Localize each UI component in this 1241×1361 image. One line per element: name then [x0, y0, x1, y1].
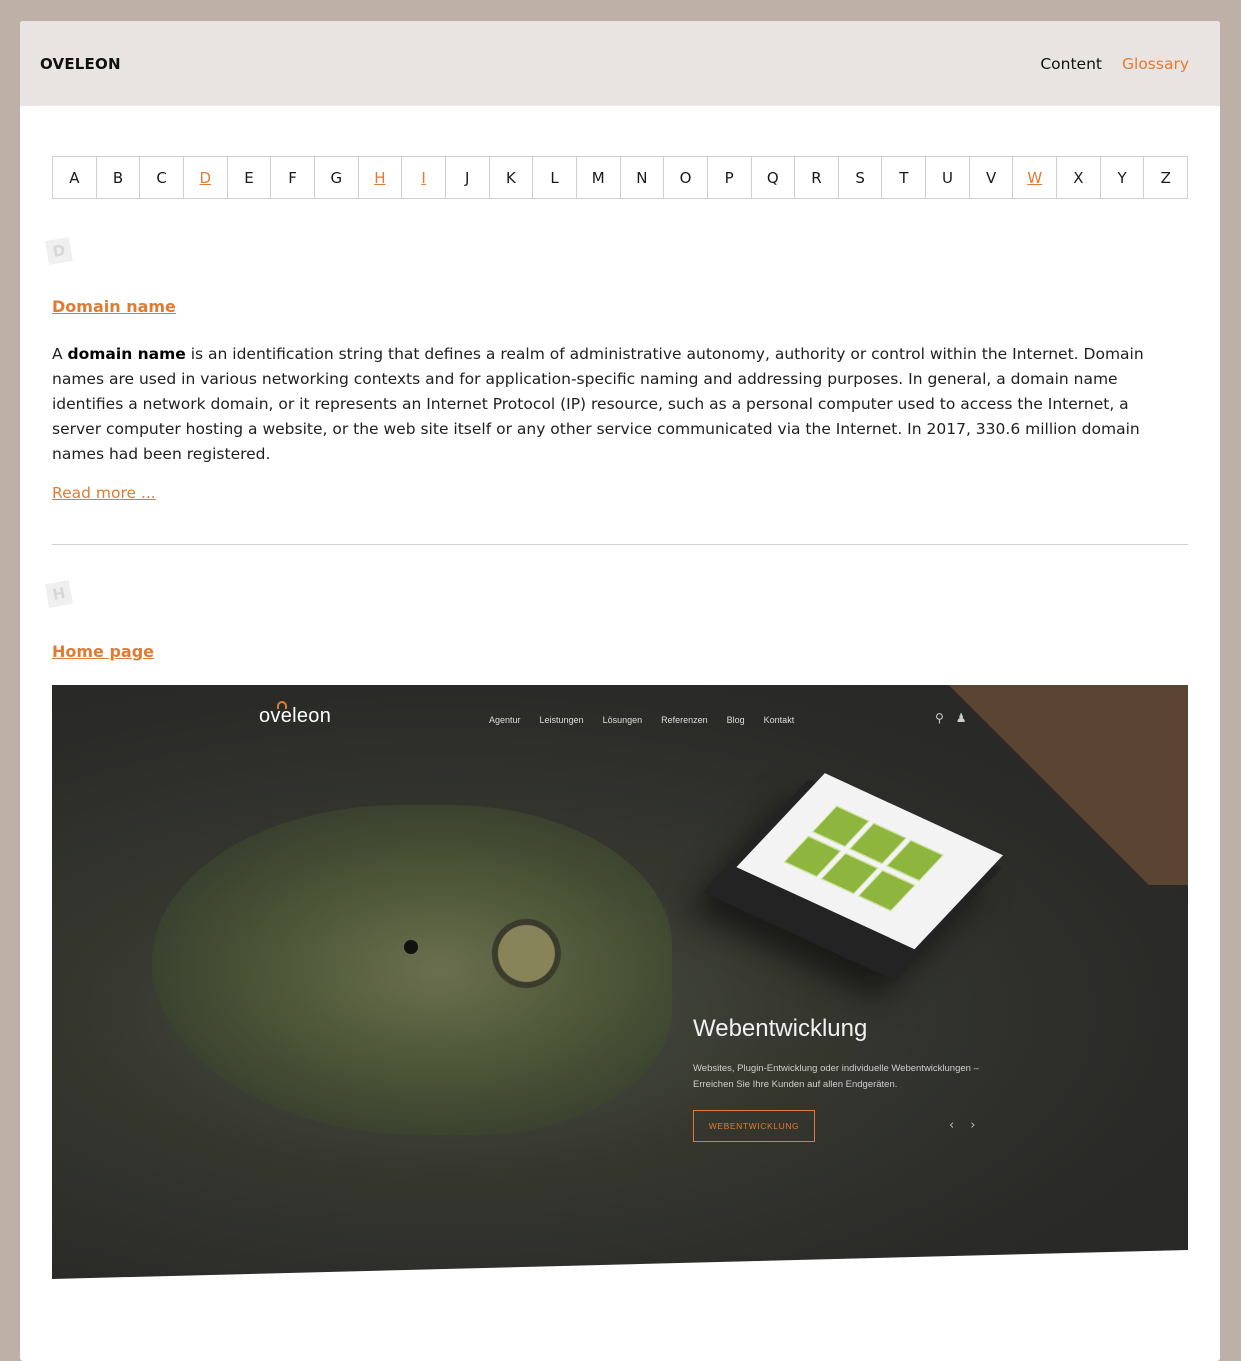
section-letter-marker: H: [45, 580, 73, 608]
alphabet-letter-o: O: [664, 157, 708, 198]
screenshot-nav-item: Kontakt: [763, 715, 795, 725]
alphabet-letter-d[interactable]: D: [184, 157, 228, 198]
term-title-home-page[interactable]: Home page: [52, 642, 1188, 661]
screenshot-headline: Webentwicklung: [693, 1015, 868, 1042]
alphabet-letter-t: T: [882, 157, 927, 198]
screenshot-logo: oveleon: [259, 701, 331, 728]
alphabet-letter-j: J: [446, 157, 490, 198]
chameleon-image: [152, 805, 672, 1135]
alphabet-letter-s: S: [839, 157, 883, 198]
alphabet-letter-y: Y: [1101, 157, 1145, 198]
chameleon-eye: [404, 940, 418, 954]
screenshot-nav: Agentur Leistungen Lösungen Referenzen B…: [489, 715, 794, 725]
nav-item-glossary[interactable]: Glossary: [1122, 55, 1189, 73]
screenshot-nav-item: Agentur: [489, 715, 521, 725]
search-icon: ⚲: [935, 711, 944, 725]
alphabet-letter-q: Q: [752, 157, 796, 198]
term-bold: domain name: [67, 345, 186, 363]
screenshot-nav-item: Blog: [726, 715, 745, 725]
alphabet-letter-k: K: [490, 157, 534, 198]
nav-item-content[interactable]: Content: [1040, 55, 1102, 73]
screenshot-nav-item: Referenzen: [661, 715, 708, 725]
alphabet-letter-a: A: [53, 157, 97, 198]
alphabet-letter-i[interactable]: I: [402, 157, 446, 198]
alphabet-letter-m: M: [577, 157, 621, 198]
chevron-left-icon: ‹: [949, 1118, 955, 1133]
alphabet-letter-g: G: [315, 157, 359, 198]
alphabet-letter-r: R: [795, 157, 839, 198]
screenshot-nav-item: Lösungen: [602, 715, 643, 725]
screenshot-icons: ⚲ ♟: [935, 711, 967, 725]
section-letter-marker: D: [45, 237, 73, 265]
alphabet-letter-z: Z: [1160, 168, 1171, 187]
glossary-content: ABCDEFGHIJKLMNOPQRSTUVWXYZ D Domain name…: [20, 106, 1220, 1279]
brand-logo[interactable]: OVELEON: [40, 55, 121, 73]
user-icon: ♟: [955, 711, 967, 725]
glossary-section-d: D Domain name A domain name is an identi…: [45, 199, 1188, 502]
alphabet-letter-h[interactable]: H: [359, 157, 403, 198]
page-frame: OVELEON Content Glossary ABCDEFGHIJKLMNO…: [20, 21, 1220, 1361]
alphabet-letter-b: B: [97, 157, 141, 198]
read-more-link[interactable]: Read more ...: [52, 484, 156, 502]
main-nav: Content Glossary: [1040, 55, 1189, 73]
glossary-section-h: H Home page oveleon Agentur Leistungen L…: [45, 545, 1188, 1279]
alphabet-letter-x: X: [1057, 157, 1101, 198]
alphabet-letter-e: E: [228, 157, 272, 198]
home-page-screenshot: oveleon Agentur Leistungen Lösungen Refe…: [52, 685, 1188, 1279]
screenshot-nav-item: Leistungen: [539, 715, 584, 725]
screenshot-cta: WEBENTWICKLUNG: [693, 1110, 815, 1142]
alphabet-letter-v: V: [970, 157, 1014, 198]
alphabet-letter-l: L: [533, 157, 577, 198]
alphabet-letter-u: U: [926, 157, 970, 198]
slider-arrows: ‹ ›: [949, 1118, 975, 1133]
alphabet-letter-f: F: [271, 157, 315, 198]
alphabet-letter-w[interactable]: W: [1013, 157, 1058, 198]
alphabet-letter-p: P: [708, 157, 752, 198]
alphabet-index: ABCDEFGHIJKLMNOPQRSTUVWXYZ: [52, 156, 1188, 199]
alphabet-letter-c: C: [140, 157, 184, 198]
chevron-right-icon: ›: [970, 1118, 976, 1133]
term-title-domain-name[interactable]: Domain name: [52, 297, 1188, 316]
term-definition: A domain name is an identification strin…: [52, 345, 1144, 463]
screenshot-subline: Websites, Plugin-Entwicklung oder indivi…: [693, 1063, 979, 1090]
site-header: OVELEON Content Glossary: [20, 21, 1220, 106]
alphabet-letter-n: N: [621, 157, 665, 198]
